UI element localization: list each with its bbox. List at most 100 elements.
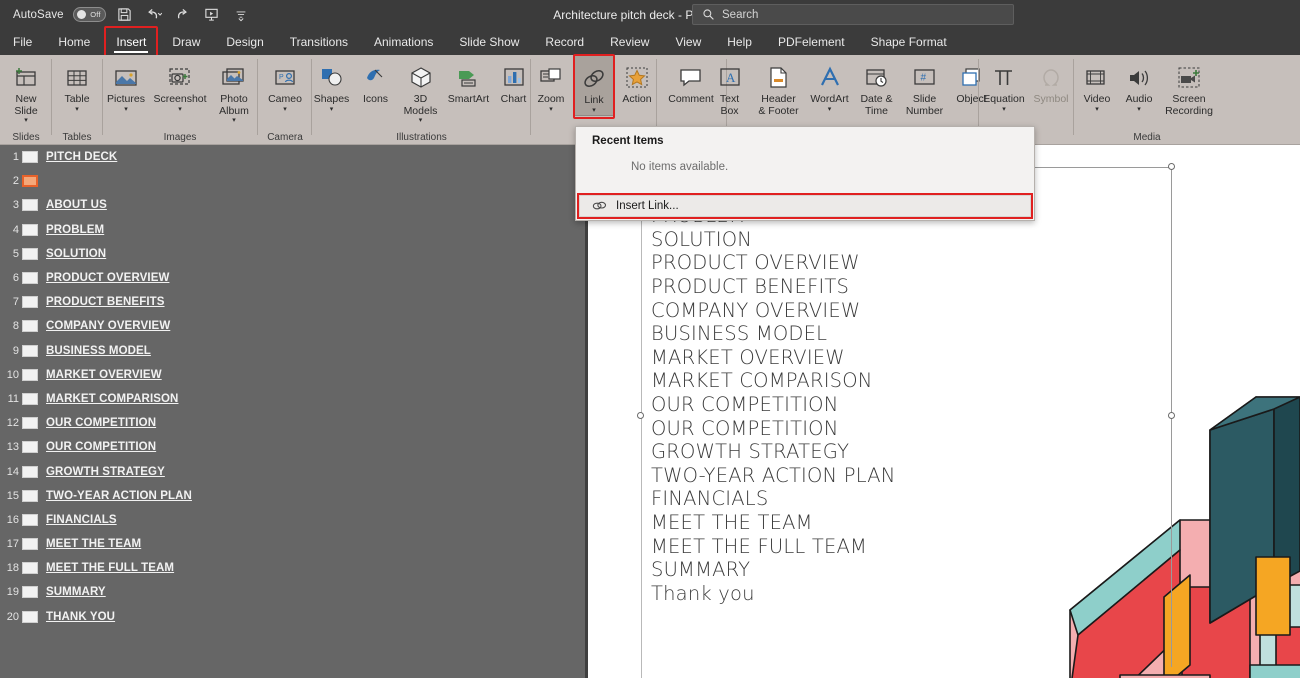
slide-thumbnail-chip[interactable] xyxy=(22,610,38,623)
save-icon[interactable] xyxy=(115,5,135,25)
slide-canvas[interactable]: PITCH DECKABOUT USPROBLEMSOLUTIONPRODUCT… xyxy=(588,145,1300,678)
ribbon-button-action[interactable]: Action xyxy=(615,55,659,106)
chevron-down-icon[interactable]: ▾ xyxy=(592,107,596,115)
undo-icon[interactable] xyxy=(144,5,164,25)
slide-thumbnail-chip[interactable] xyxy=(22,465,38,478)
chevron-down-icon[interactable]: ▾ xyxy=(75,106,79,114)
tab-insert[interactable]: Insert xyxy=(103,26,159,58)
slide-thumbnail-chip[interactable] xyxy=(22,441,38,454)
slide-thumbnail-chip[interactable] xyxy=(22,417,38,430)
tab-pdfelement[interactable]: PDFelement xyxy=(765,29,858,55)
tab-record[interactable]: Record xyxy=(532,29,597,55)
chevron-down-icon[interactable]: ▾ xyxy=(419,117,423,125)
ribbon-button-date-time[interactable]: Date & Time xyxy=(854,55,900,117)
tab-transitions[interactable]: Transitions xyxy=(277,29,361,55)
slide-outline-pane[interactable]: 1 PITCH DECK 2 3 ABOUT US 4 PROBLEM 5 SOLUTION 6 P… xyxy=(0,145,585,678)
ribbon-button-screen-recording[interactable]: Screen Recording xyxy=(1160,55,1218,117)
ribbon-button-new-slide[interactable]: New Slide ▾ xyxy=(2,55,50,125)
agenda-textbox[interactable]: PITCH DECKABOUT USPROBLEMSOLUTIONPRODUCT… xyxy=(641,145,1171,678)
slide-thumbnail-chip[interactable] xyxy=(22,320,38,333)
tab-help[interactable]: Help xyxy=(714,29,765,55)
chevron-down-icon[interactable]: ▾ xyxy=(1002,106,1006,114)
ribbon-button-smartart[interactable]: SmartArt xyxy=(445,55,493,106)
slide-thumbnail-chip[interactable] xyxy=(22,247,38,260)
slide-thumbnail-row[interactable]: 16 FINANCIALS xyxy=(0,508,585,532)
tab-design[interactable]: Design xyxy=(213,29,276,55)
chevron-down-icon[interactable]: ▾ xyxy=(828,106,832,114)
slide-thumbnail-row[interactable]: 7 PRODUCT BENEFITS xyxy=(0,290,585,314)
chevron-down-icon[interactable]: ▾ xyxy=(1137,106,1141,114)
ribbon-button-screenshot[interactable]: Screenshot ▾ xyxy=(151,55,209,114)
chevron-down-icon[interactable]: ▾ xyxy=(549,106,553,114)
chevron-down-icon[interactable]: ▾ xyxy=(1095,106,1099,114)
insert-link-menu-item[interactable]: Insert Link... xyxy=(577,193,1033,219)
ribbon-button-text-box[interactable]: A Text Box xyxy=(708,55,752,117)
link-dropdown-menu[interactable]: Recent Items No items available. Insert … xyxy=(575,126,1035,221)
tab-shape-format[interactable]: Shape Format xyxy=(858,29,960,55)
slide-thumbnail-row[interactable]: 12 OUR COMPETITION xyxy=(0,411,585,435)
search-input[interactable]: Search xyxy=(692,4,1014,25)
chevron-down-icon[interactable]: ▾ xyxy=(178,106,182,114)
slide-thumbnail-row[interactable]: 19 SUMMARY xyxy=(0,580,585,604)
ribbon-button-slide-number[interactable]: # Slide Number xyxy=(900,55,950,117)
slide-thumbnail-row[interactable]: 11 MARKET COMPARISON xyxy=(0,387,585,411)
chevron-down-icon[interactable]: ▾ xyxy=(124,106,128,114)
chevron-down-icon[interactable]: ▾ xyxy=(24,117,28,125)
slide-thumbnail-row[interactable]: 10 MARKET OVERVIEW xyxy=(0,363,585,387)
ribbon-button-equation[interactable]: Equation ▾ xyxy=(979,55,1029,114)
slide-thumbnail-chip[interactable] xyxy=(22,296,38,309)
ribbon-button-cameo[interactable]: P Cameo ▾ xyxy=(260,55,310,114)
slide-thumbnail-row[interactable]: 13 OUR COMPETITION xyxy=(0,435,585,459)
chevron-down-icon[interactable]: ▾ xyxy=(283,106,287,114)
slide-thumbnail-chip[interactable] xyxy=(22,199,38,212)
slide-thumbnail-chip[interactable] xyxy=(22,368,38,381)
slide-thumbnail-row[interactable]: 1 PITCH DECK xyxy=(0,145,585,169)
slide-thumbnail-row[interactable]: 2 xyxy=(0,169,585,193)
tab-draw[interactable]: Draw xyxy=(159,29,213,55)
tab-review[interactable]: Review xyxy=(597,29,662,55)
slide-thumbnail-chip[interactable] xyxy=(22,272,38,285)
slide-thumbnail-chip[interactable] xyxy=(22,513,38,526)
tab-animations[interactable]: Animations xyxy=(361,29,446,55)
ribbon-button-table[interactable]: Table ▾ xyxy=(53,55,101,114)
slide-thumbnail-chip[interactable] xyxy=(22,151,38,164)
tab-view[interactable]: View xyxy=(662,29,714,55)
start-presentation-icon[interactable] xyxy=(202,5,222,25)
slide-thumbnail-row[interactable]: 17 MEET THE TEAM xyxy=(0,532,585,556)
slide-thumbnail-chip[interactable] xyxy=(22,586,38,599)
slide-thumbnail-chip[interactable] xyxy=(22,562,38,575)
ribbon-button-pictures[interactable]: Pictures ▾ xyxy=(101,55,151,114)
slide-thumbnail-row[interactable]: 8 COMPANY OVERVIEW xyxy=(0,314,585,338)
autosave-toggle[interactable]: Off xyxy=(72,7,106,22)
tab-slide-show[interactable]: Slide Show xyxy=(446,29,532,55)
slide-thumbnail-row[interactable]: 15 TWO-YEAR ACTION PLAN xyxy=(0,484,585,508)
chevron-down-icon[interactable]: ▾ xyxy=(232,117,236,125)
slide-thumbnail-chip[interactable] xyxy=(22,538,38,551)
ribbon-button-zoom[interactable]: Zoom ▾ xyxy=(529,55,573,114)
slide-thumbnail-row[interactable]: 9 BUSINESS MODEL xyxy=(0,339,585,363)
slide-thumbnail-row[interactable]: 14 GROWTH STRATEGY xyxy=(0,459,585,483)
customize-qat-icon[interactable] xyxy=(231,5,251,25)
slide-thumbnail-chip[interactable] xyxy=(22,489,38,502)
slide-thumbnail-row[interactable]: 6 PRODUCT OVERVIEW xyxy=(0,266,585,290)
slide-thumbnail-chip[interactable] xyxy=(22,392,38,405)
slide-thumbnail-chip[interactable] xyxy=(22,175,38,188)
slide-thumbnail-row[interactable]: 4 PROBLEM xyxy=(0,218,585,242)
ribbon-button-3d-models[interactable]: 3D Models ▾ xyxy=(397,55,445,125)
ribbon-button-audio[interactable]: Audio ▾ xyxy=(1118,55,1160,114)
slide-thumbnail-row[interactable]: 3 ABOUT US xyxy=(0,193,585,217)
tab-home[interactable]: Home xyxy=(45,29,103,55)
ribbon-button-header-footer[interactable]: Header & Footer xyxy=(752,55,806,117)
slide-thumbnail-row[interactable]: 5 SOLUTION xyxy=(0,242,585,266)
slide-thumbnail-chip[interactable] xyxy=(22,344,38,357)
ribbon-button-shapes[interactable]: Shapes ▾ xyxy=(309,55,355,114)
redo-icon[interactable] xyxy=(173,5,193,25)
chevron-down-icon[interactable]: ▾ xyxy=(330,106,334,114)
ribbon-button-wordart[interactable]: WordArt ▾ xyxy=(806,55,854,114)
slide-thumbnail-chip[interactable] xyxy=(22,223,38,236)
ribbon-button-photo-album[interactable]: Photo Album ▾ xyxy=(209,55,259,125)
ribbon-button-icons[interactable]: Icons xyxy=(355,55,397,106)
ribbon-button-video[interactable]: Video ▾ xyxy=(1076,55,1118,114)
slide-thumbnail-row[interactable]: 20 THANK YOU xyxy=(0,605,585,629)
tab-file[interactable]: File xyxy=(0,29,45,55)
